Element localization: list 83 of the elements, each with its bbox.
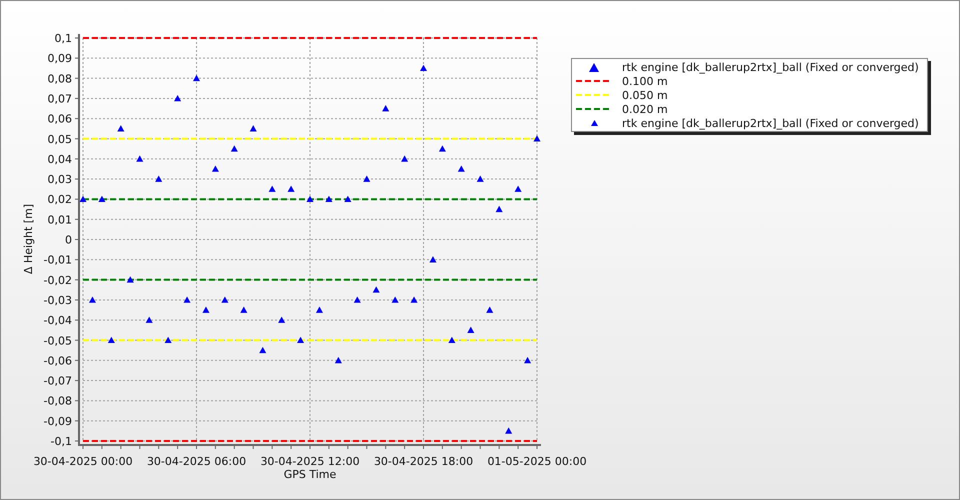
data-point [354,296,361,303]
data-point [297,336,304,344]
legend-label: 0.050 m [622,88,668,102]
data-point [410,296,418,303]
data-point [514,186,522,192]
data-point [108,336,115,344]
data-point [250,125,257,132]
data-point [363,176,370,182]
data-point [146,316,153,323]
triangle-icon [589,62,599,72]
data-point [325,196,332,202]
data-point [259,346,266,354]
data-point [193,74,200,82]
tick-label: -0,04 [44,314,72,328]
data-point [467,326,474,333]
data-point [80,196,86,202]
data-point [448,336,456,344]
legend-label: 0.100 m [622,74,668,88]
tick-label: 0,01 [48,213,72,226]
tick-label: 30-04-2025 18:00 [374,455,474,468]
data-point [278,316,286,323]
data-point [98,196,106,202]
data-point [221,296,228,303]
tick-label: -0,07 [44,374,72,388]
data-point [88,296,96,303]
data-point [334,356,342,364]
data-point [505,427,512,434]
data-point [117,125,124,132]
data-point [126,276,134,283]
data-point [392,296,399,303]
tick-label: 0,04 [48,152,72,166]
data-point [382,105,390,112]
data-point [184,296,191,303]
data-point [164,336,172,344]
data-point [316,306,323,313]
data-point [429,256,436,262]
tick-label: 0 [65,234,72,246]
data-point [344,196,352,202]
data-point [420,64,427,72]
axis-title: GPS Time [284,468,336,481]
tick-label: -0,01 [44,254,72,267]
tick-label: -0,03 [44,294,72,307]
data-point [268,186,276,192]
tick-label: -0,09 [44,414,72,428]
axis-title: Δ Height [m] [22,204,35,274]
data-point [496,206,503,212]
data-point [240,306,248,313]
data-point [230,145,238,152]
data-point [534,135,540,142]
tick-label: 0,03 [48,173,72,186]
legend-label: 0.020 m [622,102,668,116]
tick-label: 0,1 [54,32,72,45]
tick-label: 0,06 [48,112,72,126]
data-point [524,356,532,364]
tick-label: -0,02 [44,274,72,287]
data-point [136,155,144,162]
data-point [458,165,465,172]
data-point [486,306,494,313]
data-point [401,155,408,162]
data-point [174,94,182,102]
data-point [212,165,219,172]
tick-label: 30-04-2025 00:00 [33,455,133,468]
data-point [438,145,446,152]
tick-label: -0,1 [50,435,72,448]
tick-label: -0,05 [44,334,72,348]
tick-label: -0,08 [44,394,72,408]
data-point [288,186,295,192]
data-point [476,176,484,182]
tick-label: 0,09 [48,52,72,66]
data-point [306,196,314,202]
legend-label: rtk engine [dk_ballerup2rtx]_ball (Fixed or converged) [622,60,919,74]
tick-label: 0,05 [48,132,72,146]
tick-label: 0,02 [48,193,72,206]
tick-label: 30-04-2025 12:00 [260,455,360,468]
data-point [155,176,162,182]
legend-label: rtk engine [dk_ballerup2rtx]_ball (Fixed or converged) [622,116,919,130]
tick-label: -0,06 [44,354,72,368]
data-point [202,306,210,313]
tick-label: 30-04-2025 06:00 [146,455,246,468]
data-point [372,286,380,293]
tick-label: 0,07 [48,92,72,106]
tick-label: 01-05-2025 00:00 [487,455,587,468]
tick-label: 0,08 [48,72,72,86]
